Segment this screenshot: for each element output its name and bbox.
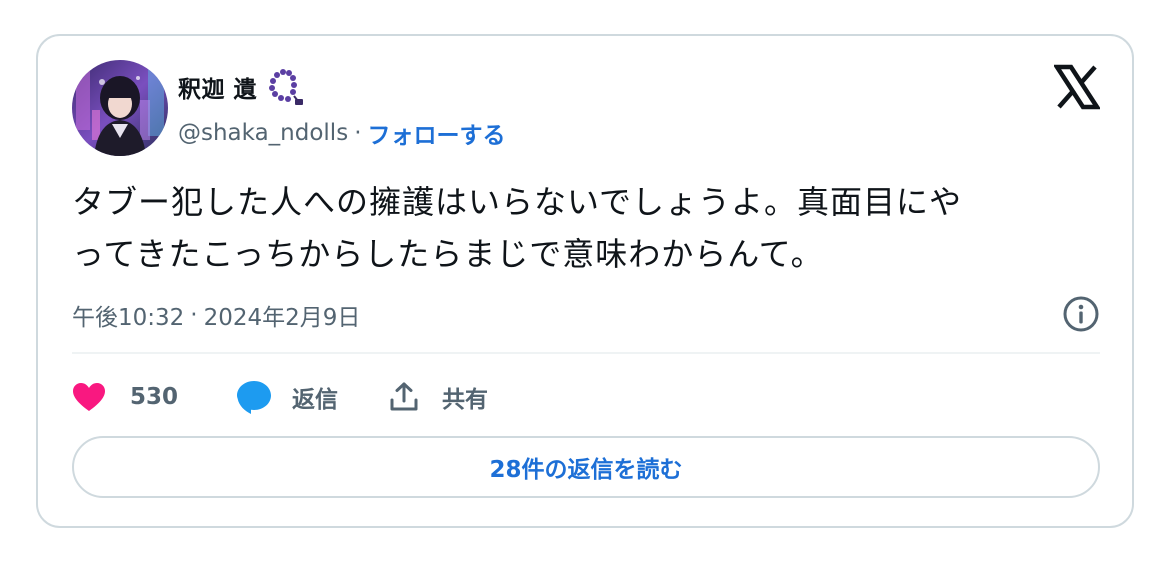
avatar-image — [72, 60, 168, 156]
separator: · — [354, 120, 362, 146]
read-replies-button[interactable]: 28件の返信を読む — [72, 436, 1100, 498]
reply-label: 返信 — [292, 387, 339, 413]
read-replies-label: 28件の返信を読む — [489, 457, 683, 483]
tweet-time[interactable]: 午後10:32 — [72, 298, 184, 332]
name-row: 釈迦 遺 — [178, 68, 307, 106]
divider — [72, 352, 1100, 354]
user-handle[interactable]: @shaka_ndolls — [178, 120, 348, 146]
tweet-text-line: タブー犯した人への擁護はいらないでしょうよ。真面目にや — [72, 183, 963, 221]
x-logo-icon[interactable] — [1052, 64, 1102, 110]
info-icon[interactable] — [1062, 295, 1100, 333]
prayer-beads-icon — [267, 68, 307, 106]
separator: · — [190, 302, 198, 328]
like-button[interactable]: 530 — [72, 382, 178, 412]
display-name[interactable]: 釈迦 遺 — [178, 70, 257, 104]
reply-button[interactable]: 返信 — [236, 379, 338, 415]
share-label: 共有 — [442, 387, 489, 413]
like-count: 530 — [130, 384, 179, 410]
timestamp: 午後10:32 · 2024年2月9日 — [72, 298, 360, 332]
action-bar: 530 返信 共有 — [72, 372, 488, 422]
tweet-date[interactable]: 2024年2月9日 — [204, 298, 361, 332]
follow-button[interactable]: フォローする — [368, 116, 506, 150]
tweet-text-line: ってきたこっちからしたらまじで意味わからんて。 — [72, 235, 824, 273]
tweet-text: タブー犯した人への擁護はいらないでしょうよ。真面目にや ってきたこっちからしたら… — [72, 176, 1082, 280]
handle-row: @shaka_ndolls · フォローする — [178, 116, 506, 150]
avatar[interactable] — [72, 60, 168, 156]
heart-icon — [73, 383, 105, 411]
share-button[interactable]: 共有 — [388, 380, 488, 414]
speech-bubble-icon — [237, 381, 272, 414]
tweet-card: 釈迦 遺 @shaka_ndolls · フォローする タブー犯した人への擁護は… — [36, 34, 1134, 528]
share-icon — [390, 382, 418, 411]
